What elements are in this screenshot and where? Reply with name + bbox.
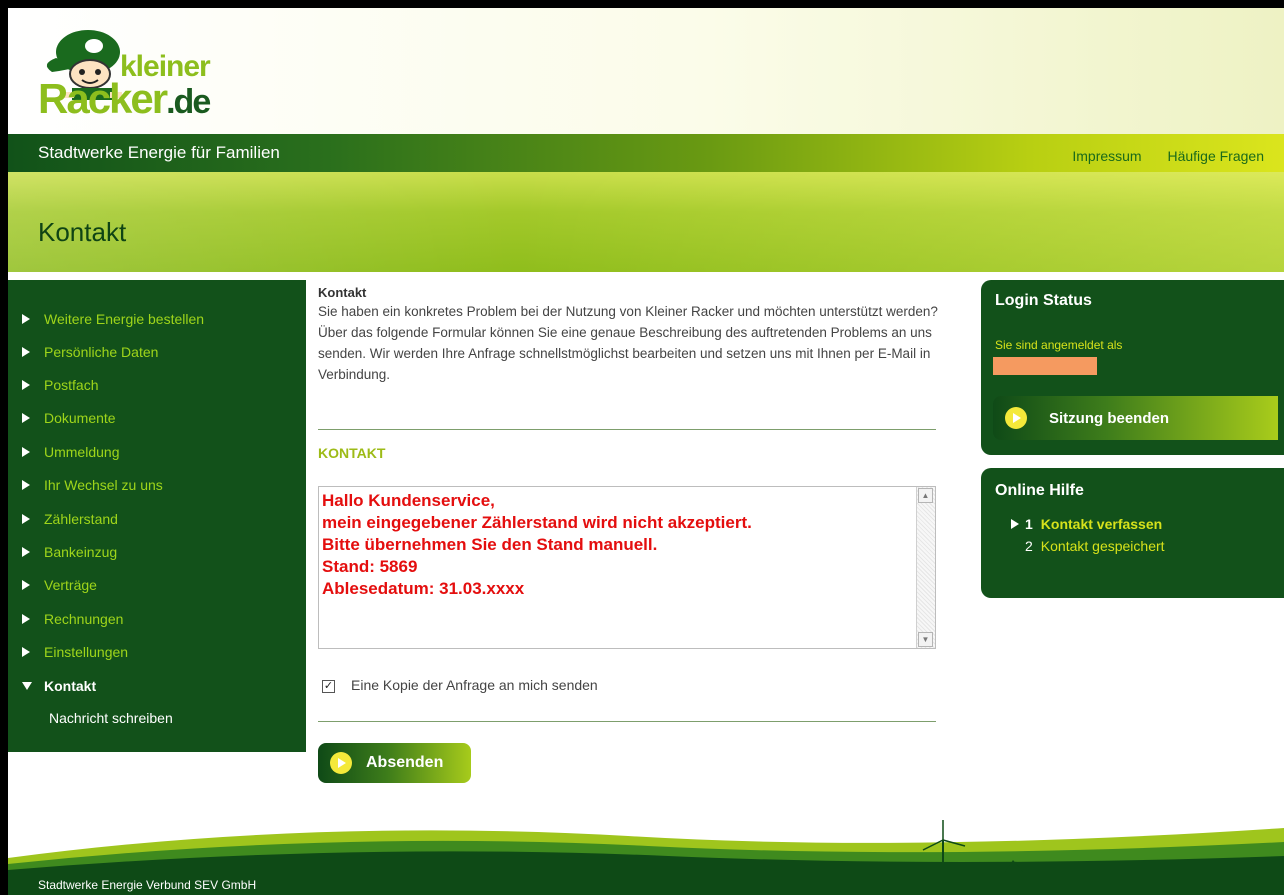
logout-button[interactable]: Sitzung beenden	[993, 396, 1278, 440]
sidebar-item-label: Ummeldung	[44, 444, 120, 460]
arrow-right-icon	[22, 413, 30, 423]
top-links: Impressum Häufige Fragen	[1050, 148, 1264, 164]
send-button-label: Absenden	[366, 754, 444, 771]
tagline-bar: Stadtwerke Energie für Familien Impressu…	[8, 134, 1284, 172]
sidebar-item-rechnungen[interactable]: Rechnungen	[22, 607, 123, 631]
logo-suffix: .de	[166, 83, 211, 121]
textarea-scrollbar[interactable]: ▲ ▼	[916, 487, 935, 648]
form-label: KONTAKT	[318, 445, 386, 461]
copy-option: ✓ Eine Kopie der Anfrage an mich senden	[322, 676, 598, 693]
online-help-box: Online Hilfe 1 Kontakt verfassen 2 Konta…	[981, 468, 1284, 598]
sidebar-item-bankeinzug[interactable]: Bankeinzug	[22, 540, 117, 564]
divider	[318, 721, 936, 722]
help-step-1[interactable]: 1 Kontakt verfassen	[1011, 516, 1162, 532]
tagline: Stadtwerke Energie für Familien	[38, 143, 280, 162]
online-help-title: Online Hilfe	[995, 482, 1084, 499]
username-redacted	[993, 357, 1097, 375]
wind-turbine-icon	[922, 820, 966, 890]
help-step-number: 1	[1025, 516, 1033, 532]
sidebar-item-label: Weitere Energie bestellen	[44, 311, 205, 327]
header: kleiner Racker.de	[8, 8, 1284, 134]
help-step-label: Kontakt verfassen	[1040, 516, 1163, 532]
title-band: Kontakt	[8, 172, 1284, 272]
message-textarea[interactable]: Hallo Kundenservice, mein eingegebener Z…	[318, 486, 936, 649]
help-step-label: Kontakt gespeichert	[1040, 538, 1165, 554]
arrow-right-icon	[22, 314, 30, 324]
logo-text-racker: Racker.de	[38, 75, 211, 123]
arrow-right-icon	[22, 614, 30, 624]
divider	[318, 429, 936, 430]
sidebar-item-persoenliche-daten[interactable]: Persönliche Daten	[22, 340, 158, 364]
sidebar-item-postfach[interactable]: Postfach	[22, 373, 98, 397]
arrow-right-icon	[22, 547, 30, 557]
copy-label: Eine Kopie der Anfrage an mich senden	[351, 676, 598, 693]
sidebar-nav: Weitere Energie bestellen Persönliche Da…	[8, 280, 306, 752]
arrow-right-icon	[22, 514, 30, 524]
sidebar-item-einstellungen[interactable]: Einstellungen	[22, 640, 128, 664]
logo-racker-word: Racker	[38, 75, 168, 122]
arrow-right-icon	[22, 380, 30, 390]
play-icon	[1005, 407, 1027, 429]
message-text: Hallo Kundenservice, mein eingegebener Z…	[322, 491, 752, 598]
impressum-link[interactable]: Impressum	[1072, 148, 1141, 164]
sidebar-item-label: Ihr Wechsel zu uns	[44, 477, 163, 493]
logout-button-label: Sitzung beenden	[1049, 409, 1169, 427]
arrow-right-icon	[1011, 519, 1019, 529]
scroll-up-icon[interactable]: ▲	[918, 488, 933, 503]
help-step-number: 2	[1025, 538, 1033, 554]
login-status-text: Sie sind angemeldet als	[995, 338, 1123, 352]
sidebar-item-vertraege[interactable]: Verträge	[22, 573, 97, 597]
copy-checkbox[interactable]: ✓	[322, 680, 335, 693]
help-step-2[interactable]: 2 Kontakt gespeichert	[1025, 538, 1165, 554]
sidebar-item-dokumente[interactable]: Dokumente	[22, 406, 116, 430]
arrow-right-icon	[22, 580, 30, 590]
sidebar-item-wechsel[interactable]: Ihr Wechsel zu uns	[22, 473, 163, 497]
page: kleiner Racker.de Stadtwerke Energie für…	[8, 8, 1284, 895]
scroll-down-icon[interactable]: ▼	[918, 632, 933, 647]
sidebar-item-zaehlerstand[interactable]: Zählerstand	[22, 507, 118, 531]
arrow-right-icon	[22, 447, 30, 457]
arrow-right-icon	[22, 347, 30, 357]
sidebar-subitem-nachricht-schreiben[interactable]: Nachricht schreiben	[49, 710, 173, 726]
sidebar-item-label: Postfach	[44, 377, 99, 393]
footer: Stadtwerke Energie Verbund SEV GmbH	[8, 798, 1284, 895]
faq-link[interactable]: Häufige Fragen	[1167, 148, 1264, 164]
page-title: Kontakt	[38, 217, 127, 247]
sidebar-item-label: Kontakt	[44, 678, 97, 694]
login-status-box: Login Status Sie sind angemeldet als Sit…	[981, 280, 1284, 455]
sidebar-item-ummeldung[interactable]: Ummeldung	[22, 440, 119, 464]
footer-company: Stadtwerke Energie Verbund SEV GmbH	[38, 878, 257, 892]
play-icon	[330, 752, 352, 774]
sidebar-item-label: Persönliche Daten	[44, 344, 159, 360]
intro-text: Sie haben ein konkretes Problem bei der …	[318, 304, 938, 382]
arrow-right-icon	[22, 480, 30, 490]
sidebar-item-label: Verträge	[44, 577, 97, 593]
arrow-right-icon	[22, 647, 30, 657]
send-button[interactable]: Absenden	[318, 743, 471, 783]
sidebar-item-label: Einstellungen	[44, 644, 129, 660]
houses-icon	[987, 860, 1023, 888]
intro-heading: Kontakt	[318, 285, 367, 300]
sidebar-item-kontakt[interactable]: Kontakt	[22, 674, 96, 698]
sidebar-item-label: Zählerstand	[44, 511, 118, 527]
sidebar-item-label: Rechnungen	[44, 611, 124, 627]
sidebar-item-label: Dokumente	[44, 410, 116, 426]
arrow-down-icon	[22, 682, 32, 690]
sidebar-item-weitere-energie[interactable]: Weitere Energie bestellen	[22, 307, 204, 331]
sidebar-item-label: Bankeinzug	[44, 544, 118, 560]
login-status-title: Login Status	[995, 292, 1092, 309]
